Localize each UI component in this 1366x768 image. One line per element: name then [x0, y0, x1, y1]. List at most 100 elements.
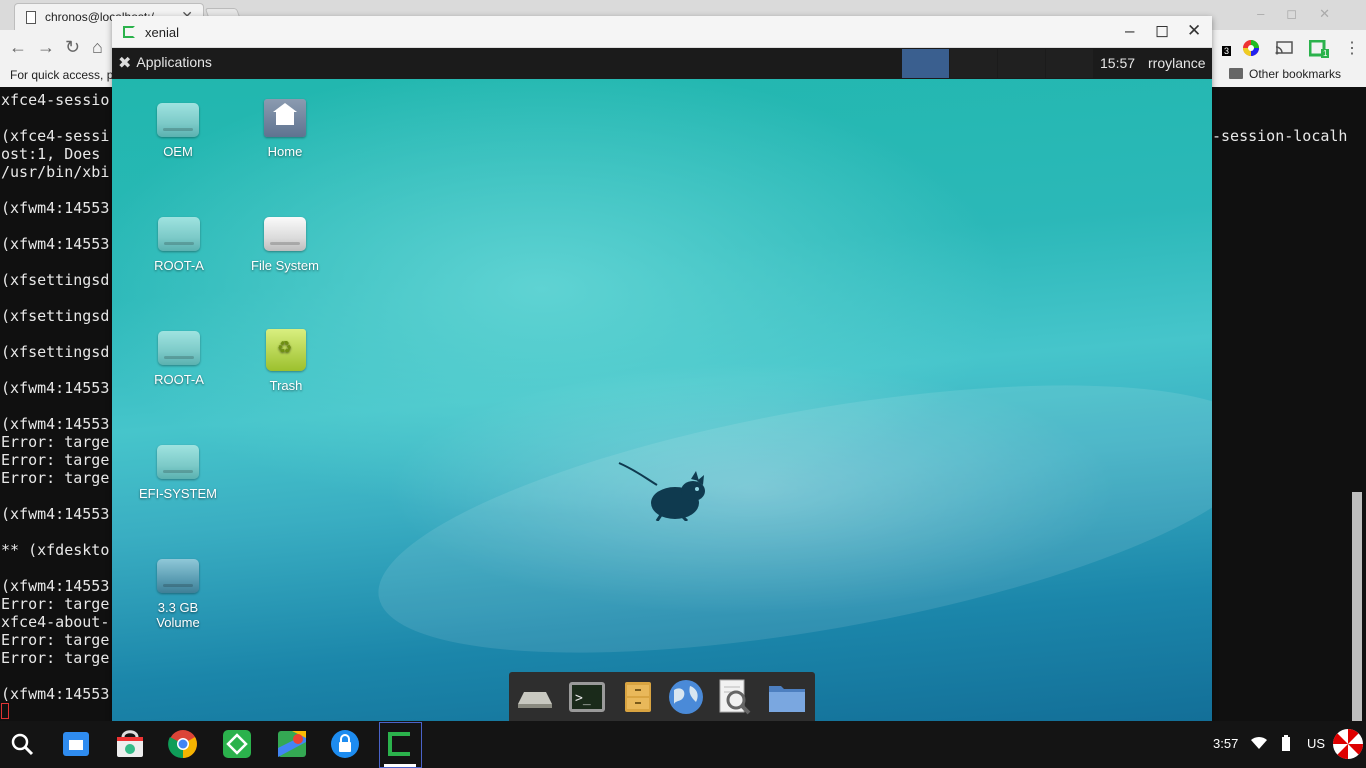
desktop-icon-label: EFI-SYSTEM: [138, 486, 217, 501]
crouton-app-icon[interactable]: [384, 728, 416, 760]
home-icon[interactable]: ⌂: [92, 37, 103, 58]
xfce-mouse-logo: [618, 462, 705, 521]
desktop-icon-oem[interactable]: OEM: [128, 103, 228, 159]
terminal-line: xfce4-sessio: [1, 91, 110, 109]
desktop-icon-label: Trash: [269, 378, 303, 393]
terminal-output: xfce4-sessio (xfce4-sessi ost:1, Does /usr…: [1, 91, 109, 703]
xfce-top-panel: ✖ Applications 15:57 rroylance: [112, 48, 1212, 79]
other-bookmarks[interactable]: Other bookmarks: [1229, 67, 1341, 81]
desktop-icon-trash[interactable]: Trash: [236, 329, 336, 393]
wifi-icon: [1251, 736, 1267, 749]
terminal-line: Error: targe: [1, 649, 110, 667]
maps-icon[interactable]: [276, 728, 308, 760]
secure-shell-icon[interactable]: [329, 728, 361, 760]
running-app-bar: [384, 764, 416, 767]
panel-user[interactable]: rroylance: [1148, 55, 1206, 71]
user-avatar: [1333, 729, 1363, 759]
desktop-icon-root-a-2[interactable]: ROOT-A: [129, 331, 229, 387]
maximize-button[interactable]: ◻: [1155, 21, 1169, 41]
launcher-search-icon[interactable]: [6, 728, 38, 760]
terminal-line: (xfwm4:14553: [1, 577, 110, 595]
desktop-icon-efi-system[interactable]: EFI-SYSTEM: [128, 445, 228, 501]
desktop-icon-label: ROOT-A: [154, 258, 204, 273]
workspace-1[interactable]: [902, 49, 949, 78]
desktop-icon-volume[interactable]: 3.3 GB Volume: [128, 559, 228, 630]
back-icon[interactable]: ←: [9, 37, 27, 58]
desktop-icon-root-a[interactable]: ROOT-A: [129, 217, 229, 273]
reload-icon[interactable]: ↻: [65, 37, 80, 58]
folder-icon: [1229, 68, 1243, 79]
extension-icons: 3 1 ⋮: [1214, 38, 1364, 58]
web-store-icon[interactable]: [114, 728, 146, 760]
web-browser-icon[interactable]: [666, 678, 706, 716]
desktop-icon-label: File System: [251, 258, 319, 273]
drive-icon: [157, 559, 199, 593]
terminal-line: Error: targe: [1, 469, 110, 487]
workspace-4[interactable]: [1046, 49, 1093, 78]
ext-badge: 3: [1222, 46, 1232, 56]
terminal-line: /usr/bin/xbi: [1, 163, 110, 181]
xfce-desktop[interactable]: OEM Home ROOT-A File System ROOT-A Trash: [112, 79, 1212, 721]
terminal-scrollbar[interactable]: [1352, 492, 1362, 721]
show-desktop-icon[interactable]: [514, 678, 554, 716]
xenial-titlebar[interactable]: xenial – ◻ ✕: [112, 16, 1212, 48]
terminal-line: Error: targe: [1, 451, 110, 469]
terminal-line: (xfwm4:14553: [1, 379, 110, 397]
terminal-line: Error: targe: [1, 631, 110, 649]
desktop-icon-label: OEM: [163, 144, 193, 159]
chrome-window-controls[interactable]: –◻✕: [1257, 6, 1352, 22]
terminal-line: (xfwm4:14553: [1, 505, 110, 523]
applications-menu[interactable]: ✖ Applications: [118, 53, 212, 75]
input-language: US: [1307, 736, 1326, 751]
panel-clock[interactable]: 15:57: [1100, 55, 1135, 71]
terminal-line: (xfsettingsd: [1, 271, 110, 289]
chrome-icon[interactable]: [167, 728, 199, 760]
app-finder-icon[interactable]: [714, 678, 754, 716]
close-button[interactable]: ✕: [1187, 21, 1201, 41]
terminal-output-right: -session-localh: [1212, 127, 1348, 145]
workspace-3[interactable]: [998, 49, 1045, 78]
file-manager-icon[interactable]: [617, 678, 657, 716]
bookmarks-prompt: For quick access, p: [10, 68, 114, 82]
menu-icon[interactable]: ⋮: [1344, 38, 1360, 58]
xfce-dock: >_: [509, 672, 815, 721]
files-app-icon[interactable]: [60, 728, 92, 760]
cast-icon[interactable]: [1275, 41, 1293, 55]
terminal-icon[interactable]: >_: [567, 678, 607, 716]
battery-icon: [1282, 735, 1290, 751]
terminal-line: (xfwm4:14553: [1, 685, 110, 703]
feedly-icon[interactable]: [221, 728, 253, 760]
xfce-mouse-icon: ✖: [118, 55, 132, 72]
drive-icon: [158, 331, 200, 365]
svg-text:>_: >_: [575, 691, 591, 706]
workspace-2[interactable]: [950, 49, 997, 78]
colorwheel-extension-icon[interactable]: [1242, 39, 1260, 57]
terminal-line: xfce4-about-: [1, 613, 110, 631]
drive-icon: [264, 217, 306, 251]
desktop-icon-label: Home: [267, 144, 303, 159]
drive-icon: [158, 217, 200, 251]
drive-icon: [157, 445, 199, 479]
terminal-line: Error: targe: [1, 595, 110, 613]
trash-icon: [266, 329, 306, 371]
desktop-icon-home[interactable]: Home: [235, 99, 335, 159]
terminal-line: (xfce4-sessi: [1, 127, 110, 145]
xenial-window[interactable]: xenial – ◻ ✕ ✖ Applications 15:57 rroylan…: [112, 16, 1212, 721]
home-folder-icon: [264, 99, 306, 137]
minimize-button[interactable]: –: [1125, 21, 1134, 41]
terminal-line: (xfwm4:14553: [1, 199, 110, 217]
other-bookmarks-label: Other bookmarks: [1249, 67, 1342, 81]
forward-icon[interactable]: →: [37, 37, 55, 58]
crouton-icon: [123, 26, 135, 38]
desktop-icon-file-system[interactable]: File System: [235, 217, 335, 273]
folder-icon[interactable]: [767, 678, 807, 716]
status-tray[interactable]: 3:57 US: [1208, 728, 1366, 760]
terminal-line: ** (xfdeskto: [1, 541, 110, 559]
applications-label: Applications: [136, 54, 212, 70]
window-title: xenial: [145, 25, 179, 40]
